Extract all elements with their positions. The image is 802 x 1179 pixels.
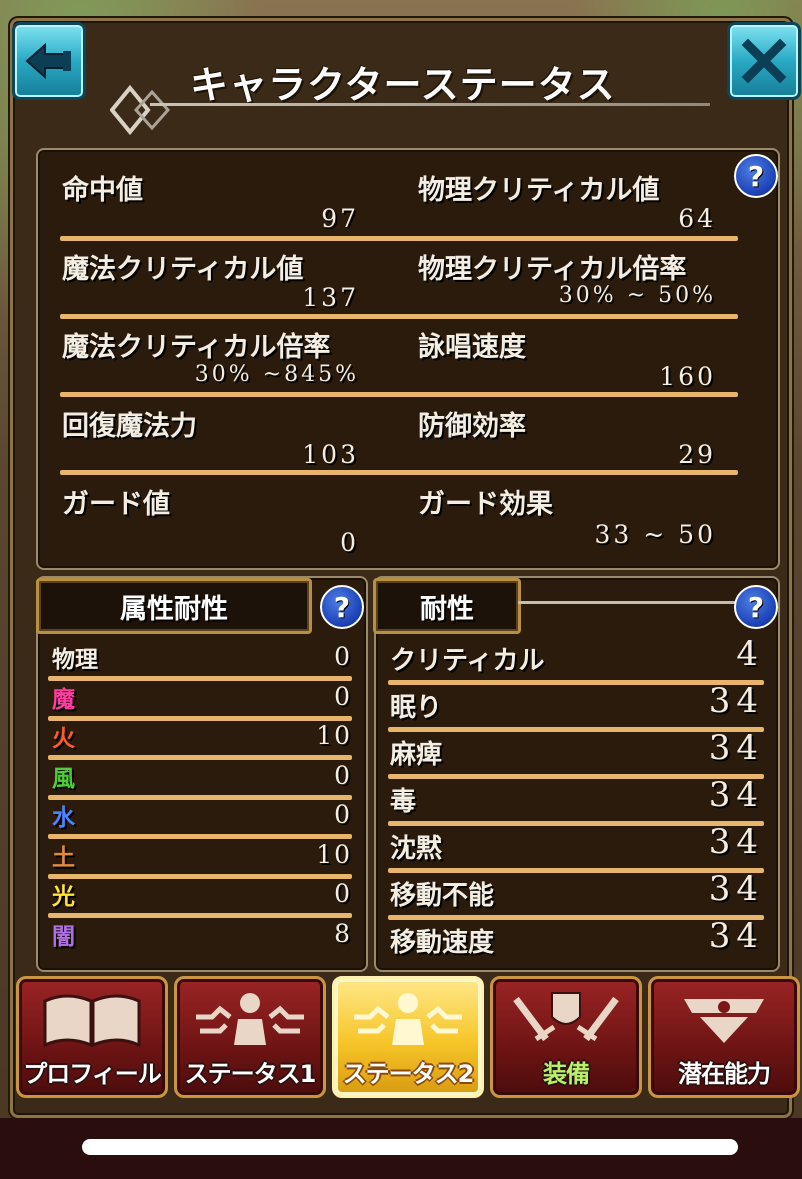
home-indicator[interactable]	[82, 1139, 738, 1155]
row-divider	[388, 915, 764, 920]
resist-label: 眠り	[390, 693, 443, 723]
stat-label: ガード値	[62, 489, 170, 520]
book-icon	[19, 987, 165, 1053]
row-divider	[388, 680, 764, 685]
tab-potential[interactable]: 潜在能力	[648, 976, 800, 1098]
row-divider	[48, 755, 352, 760]
title-ornament-icon	[110, 84, 171, 136]
stat-value: 97	[321, 204, 359, 233]
element-value: 0	[334, 879, 352, 908]
element-label: 魔	[52, 686, 75, 713]
row-divider	[60, 236, 738, 241]
row-divider	[48, 794, 352, 800]
status-figure-icon	[177, 987, 323, 1053]
resist-help-button[interactable]: ?	[734, 585, 778, 629]
stat-value: 103	[302, 440, 359, 469]
stats-help-button[interactable]: ?	[734, 154, 778, 198]
element-value: 10	[316, 721, 352, 750]
resist-label: 移動速度	[390, 928, 495, 958]
element-label: 火	[52, 726, 75, 752]
back-button[interactable]	[12, 22, 86, 100]
crest-icon	[651, 987, 797, 1053]
element-value: 8	[334, 918, 352, 948]
element-help-button[interactable]: ?	[320, 585, 364, 629]
row-divider	[60, 470, 738, 475]
tab-label: ステータス2	[342, 1060, 475, 1088]
stat-label: 物理クリティカル値	[418, 175, 660, 206]
resist-value: 34	[708, 775, 764, 815]
row-divider	[48, 676, 352, 681]
page-title: キャラクターステータス	[190, 63, 616, 107]
stat-value: 137	[302, 283, 359, 312]
stat-label: 命中値	[62, 175, 143, 206]
resist-label: 麻痺	[390, 740, 443, 770]
resist-label: 移動不能	[390, 881, 495, 911]
help-icon: ?	[747, 159, 765, 193]
tab-label: 潜在能力	[678, 1060, 771, 1088]
row-divider	[60, 392, 738, 397]
element-resist-header: 属性耐性	[36, 578, 312, 634]
stat-value: 29	[678, 440, 716, 469]
tab-label: ステータス1	[184, 1060, 317, 1088]
stat-value: 30% ~845%	[194, 362, 359, 387]
resist-label: 毒	[390, 787, 417, 817]
stat-value: 33 ~ 50	[594, 520, 716, 549]
element-value: 0	[334, 642, 352, 671]
resist-value: 34	[708, 916, 764, 956]
resist-value: 34	[708, 681, 764, 721]
element-label: 水	[52, 805, 75, 831]
row-divider	[388, 774, 764, 779]
stat-label: 防御効率	[418, 411, 526, 442]
help-icon: ?	[333, 590, 351, 624]
tab-profile[interactable]: プロフィール	[16, 976, 168, 1098]
element-value: 0	[334, 681, 352, 711]
stat-value: 0	[340, 528, 359, 557]
row-divider	[48, 873, 352, 879]
row-divider	[388, 727, 764, 732]
help-icon: ?	[747, 590, 765, 624]
resist-value: 34	[708, 869, 764, 909]
close-button[interactable]	[727, 22, 801, 100]
resist-value: 34	[708, 822, 764, 862]
tab-label: 装備	[543, 1060, 590, 1088]
row-divider	[388, 821, 764, 826]
resist-label: クリティカル	[390, 646, 545, 676]
resist-header-line	[518, 601, 738, 604]
status-figure-icon	[335, 987, 481, 1053]
title-underline	[150, 103, 710, 106]
element-value: 0	[334, 760, 352, 790]
stat-label: 詠唱速度	[418, 332, 526, 363]
element-label: 土	[52, 844, 75, 871]
tab-equipment[interactable]: 装備	[490, 976, 642, 1098]
stat-label: 物理クリティカル倍率	[418, 254, 687, 285]
tab-label: プロフィール	[23, 1060, 162, 1088]
stat-label: ガード効果	[418, 489, 553, 520]
resist-label: 沈黙	[390, 834, 443, 864]
resist-header: 耐性	[373, 578, 521, 634]
row-divider	[60, 314, 738, 319]
row-divider	[48, 913, 352, 918]
element-value: 0	[334, 800, 352, 829]
resist-value: 4	[736, 634, 764, 674]
row-divider	[48, 834, 352, 839]
row-divider	[48, 715, 352, 721]
element-value: 10	[316, 839, 352, 869]
swords-shield-icon	[493, 987, 639, 1053]
stat-value: 160	[659, 362, 716, 391]
stat-label: 回復魔法力	[62, 411, 197, 442]
tab-status2[interactable]: ステータス2	[332, 976, 484, 1098]
stat-value: 30% ~ 50%	[558, 283, 716, 308]
element-label: 光	[52, 884, 75, 910]
back-arrow-icon	[25, 42, 71, 80]
element-label: 風	[52, 765, 75, 792]
element-label: 物理	[52, 647, 98, 673]
resist-value: 34	[708, 728, 764, 768]
tab-status1[interactable]: ステータス1	[174, 976, 326, 1098]
element-label: 闇	[52, 923, 75, 950]
row-divider	[388, 868, 764, 873]
stat-value: 64	[678, 204, 716, 233]
close-icon	[741, 38, 787, 84]
stat-label: 魔法クリティカル倍率	[62, 332, 331, 363]
stat-label: 魔法クリティカル値	[62, 254, 304, 285]
